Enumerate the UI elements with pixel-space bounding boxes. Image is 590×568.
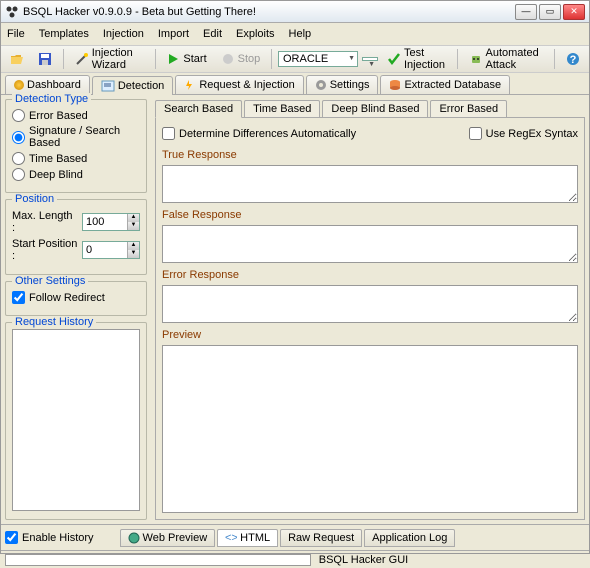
open-button[interactable]	[5, 49, 29, 69]
menu-edit[interactable]: Edit	[203, 28, 222, 40]
progress-bar	[5, 554, 311, 566]
globe-icon	[128, 532, 140, 544]
error-response-label: Error Response	[162, 269, 578, 281]
radio-time-based[interactable]: Time Based	[12, 152, 140, 165]
btab-application-log[interactable]: Application Log	[364, 529, 455, 547]
script-icon	[101, 80, 115, 92]
menu-bar: File Templates Injection Import Edit Exp…	[1, 23, 589, 45]
menu-templates[interactable]: Templates	[39, 28, 89, 40]
save-icon	[38, 52, 52, 66]
play-icon	[166, 52, 180, 66]
status-bar: BSQL Hacker GUI	[1, 550, 589, 568]
close-button[interactable]: ✕	[563, 4, 585, 20]
bolt-icon	[184, 79, 196, 91]
max-length-spinner[interactable]: ▲▼	[82, 213, 140, 231]
tab-extracted-db[interactable]: Extracted Database	[380, 75, 510, 94]
help-icon: ?	[566, 52, 580, 66]
subtab-deep-blind[interactable]: Deep Blind Based	[322, 100, 428, 118]
main-tab-bar: Dashboard Detection Request & Injection …	[1, 73, 589, 94]
detection-subtabs: Search Based Time Based Deep Blind Based…	[155, 99, 585, 118]
use-regex-check[interactable]: Use RegEx Syntax	[469, 127, 578, 140]
request-history-group: Request History	[5, 322, 147, 520]
follow-redirect-check[interactable]: Follow Redirect	[12, 291, 140, 304]
start-position-label: Start Position :	[12, 238, 78, 262]
subtab-search-based[interactable]: Search Based	[155, 100, 242, 118]
radio-error-based[interactable]: Error Based	[12, 109, 140, 122]
test-injection-button[interactable]: Test Injection	[382, 44, 451, 74]
svg-text:?: ?	[570, 54, 577, 66]
menu-import[interactable]: Import	[158, 28, 189, 40]
title-bar: BSQL Hacker v0.9.0.9 - Beta but Getting …	[1, 1, 589, 23]
gauge-icon	[14, 80, 24, 90]
bottom-bar: Enable History Web Preview <>HTML Raw Re…	[1, 524, 589, 550]
menu-injection[interactable]: Injection	[103, 28, 144, 40]
false-response-label: False Response	[162, 209, 578, 221]
false-response-input[interactable]	[162, 225, 578, 263]
position-group: Position Max. Length :▲▼ Start Position …	[5, 199, 147, 275]
database-combo[interactable]: ORACLE	[278, 51, 358, 67]
menu-exploits[interactable]: Exploits	[236, 28, 275, 40]
tab-dashboard[interactable]: Dashboard	[5, 75, 90, 94]
chevron-down-icon[interactable]: ▼	[127, 222, 139, 230]
max-length-label: Max. Length :	[12, 210, 78, 234]
chevron-up-icon[interactable]: ▲	[127, 242, 139, 250]
chevron-up-icon[interactable]: ▲	[127, 214, 139, 222]
radio-deep-blind[interactable]: Deep Blind	[12, 168, 140, 181]
minimize-button[interactable]: —	[515, 4, 537, 20]
detection-type-group: Detection Type Error Based Signature / S…	[5, 99, 147, 193]
start-position-spinner[interactable]: ▲▼	[82, 241, 140, 259]
app-icon	[5, 5, 19, 19]
stop-button[interactable]: Stop	[216, 49, 266, 69]
bottom-tabs: Web Preview <>HTML Raw Request Applicati…	[120, 529, 456, 547]
error-response-input[interactable]	[162, 285, 578, 323]
menu-file[interactable]: File	[7, 28, 25, 40]
chevron-down-icon[interactable]: ▼	[127, 250, 139, 258]
folder-open-icon	[10, 52, 24, 66]
toolbar: Injection Wizard Start Stop ORACLE Test …	[1, 45, 589, 73]
subtab-error-based[interactable]: Error Based	[430, 100, 507, 118]
robot-icon	[469, 52, 483, 66]
request-history-list[interactable]	[12, 329, 140, 511]
tab-detection[interactable]: Detection	[92, 76, 173, 95]
tab-request-injection[interactable]: Request & Injection	[175, 75, 303, 94]
preview-area[interactable]	[162, 345, 578, 513]
true-response-input[interactable]	[162, 165, 578, 203]
stop-icon	[221, 52, 235, 66]
btab-raw-request[interactable]: Raw Request	[280, 529, 362, 547]
determine-auto-check[interactable]: Determine Differences Automatically	[162, 127, 356, 140]
save-button[interactable]	[33, 49, 57, 69]
database-combo-arrow[interactable]	[362, 57, 378, 61]
window-buttons: — ▭ ✕	[515, 4, 585, 20]
code-icon: <>	[225, 532, 237, 544]
true-response-label: True Response	[162, 149, 578, 161]
btab-html[interactable]: <>HTML	[217, 529, 278, 547]
enable-history-check[interactable]: Enable History	[5, 531, 94, 544]
window-title: BSQL Hacker v0.9.0.9 - Beta but Getting …	[23, 6, 515, 18]
help-button[interactable]: ?	[561, 49, 585, 69]
menu-help[interactable]: Help	[289, 28, 312, 40]
automated-attack-button[interactable]: Automated Attack	[464, 44, 549, 74]
start-button[interactable]: Start	[161, 49, 211, 69]
injection-wizard-button[interactable]: Injection Wizard	[70, 44, 149, 74]
btab-web-preview[interactable]: Web Preview	[120, 529, 216, 547]
maximize-button[interactable]: ▭	[539, 4, 561, 20]
status-text: BSQL Hacker GUI	[315, 554, 408, 566]
check-icon	[387, 52, 401, 66]
radio-signature-based[interactable]: Signature / Search Based	[12, 125, 140, 149]
subtab-time-based[interactable]: Time Based	[244, 100, 320, 118]
preview-label: Preview	[162, 329, 578, 341]
svg-text:<>: <>	[225, 532, 237, 544]
tab-settings[interactable]: Settings	[306, 75, 379, 94]
other-settings-group: Other Settings Follow Redirect	[5, 281, 147, 316]
gear-icon	[315, 79, 327, 91]
wand-icon	[75, 52, 89, 66]
database-icon	[389, 79, 401, 91]
